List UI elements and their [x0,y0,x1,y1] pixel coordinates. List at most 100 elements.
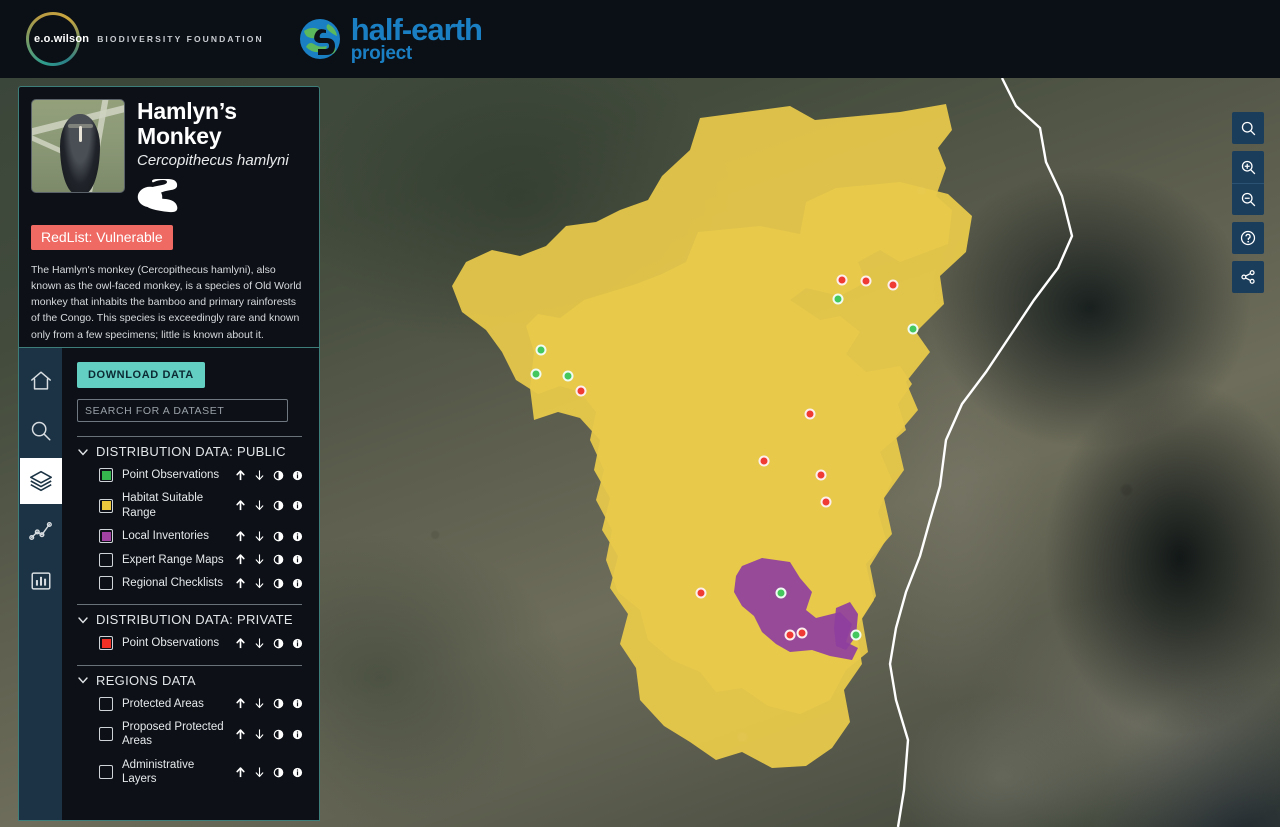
layer-groups: DISTRIBUTION DATA: PUBLIC Point Observati… [77,436,303,787]
map-marker-private-observation[interactable] [796,627,808,639]
layer-checkbox[interactable] [99,498,113,513]
info-icon[interactable] [292,697,303,710]
arrow-down-icon[interactable] [254,577,265,590]
layer-group-title: DISTRIBUTION DATA: PRIVATE [96,612,293,628]
map-search-button[interactable] [1232,112,1264,144]
snake-icon [137,175,183,213]
dataset-search-input[interactable] [77,399,288,422]
map-marker-private-observation[interactable] [758,455,770,467]
map-zoom-in-button[interactable] [1232,151,1264,183]
half-earth-project-logo[interactable]: half-earth project [298,12,483,64]
layer-label: Local Inventories [122,530,209,543]
arrow-up-icon[interactable] [235,697,246,710]
divider [77,664,302,666]
layer-checkbox[interactable] [99,468,113,483]
opacity-icon[interactable] [273,553,284,566]
info-icon[interactable] [292,637,303,650]
map-marker-private-observation[interactable] [836,274,848,286]
arrow-up-icon[interactable] [235,530,246,543]
opacity-icon[interactable] [273,728,284,741]
map-marker-private-observation[interactable] [860,275,872,287]
arrow-up-icon[interactable] [235,553,246,566]
layer-checkbox[interactable] [99,576,113,591]
project-subtitle: project [350,42,413,64]
layer-checkbox[interactable] [99,696,113,711]
map-marker-private-observation[interactable] [695,587,707,599]
info-icon[interactable] [292,469,303,482]
info-icon[interactable] [292,766,303,779]
layer-checkbox[interactable] [99,552,113,567]
map-marker-public-observation[interactable] [535,344,547,356]
map-marker-public-observation[interactable] [832,293,844,305]
zoom-in-icon [1241,160,1255,174]
map-zoom-out-button[interactable] [1232,183,1264,215]
map-share-button[interactable] [1232,261,1264,293]
arrow-up-icon[interactable] [235,577,246,590]
layer-actions [231,728,303,741]
info-icon[interactable] [292,577,303,590]
layer-actions [231,766,303,779]
map-marker-private-observation[interactable] [575,385,587,397]
layer-checkbox[interactable] [99,636,113,651]
layer-group-header[interactable]: DISTRIBUTION DATA: PRIVATE [77,612,303,627]
layer-checkbox[interactable] [99,727,113,742]
map-help-button[interactable] [1232,222,1264,254]
layer-checkbox[interactable] [99,765,113,780]
arrow-up-icon[interactable] [235,766,246,779]
sidebar-item-trends[interactable] [20,508,62,554]
layer-color-swatch [101,531,111,541]
arrow-down-icon[interactable] [254,766,265,779]
arrow-up-icon[interactable] [235,637,246,650]
arrow-down-icon[interactable] [254,499,265,512]
arrow-down-icon[interactable] [254,637,265,650]
chevron-down-icon [78,617,88,624]
layer-color-swatch [101,470,111,480]
arrow-up-icon[interactable] [235,728,246,741]
opacity-icon[interactable] [273,697,284,710]
eo-wilson-foundation-logo[interactable]: e.o.wilson BIODIVERSITY FOUNDATION [26,11,264,67]
layer-group-header[interactable]: DISTRIBUTION DATA: PUBLIC [77,444,303,459]
opacity-icon[interactable] [273,577,284,590]
layer-label: Habitat Suitable Range [122,492,204,519]
map-marker-public-observation[interactable] [775,587,787,599]
layer-label: Administrative Layers [122,758,195,786]
sidebar-item-home[interactable] [20,358,62,404]
opacity-icon[interactable] [273,766,284,779]
map-marker-private-observation[interactable] [820,496,832,508]
download-data-button[interactable]: DOWNLOAD DATA [77,362,205,388]
project-title: half-earth [350,12,483,48]
info-icon[interactable] [292,499,303,512]
layer-color-swatch [101,501,111,511]
map-marker-private-observation[interactable] [784,629,796,641]
layer-checkbox[interactable] [99,529,113,544]
sidebar-item-search[interactable] [20,408,62,454]
arrow-down-icon[interactable] [254,553,265,566]
arrow-up-icon[interactable] [235,499,246,512]
sidebar-item-layers[interactable] [19,458,62,504]
arrow-up-icon[interactable] [235,469,246,482]
arrow-down-icon[interactable] [254,530,265,543]
opacity-icon[interactable] [273,637,284,650]
opacity-icon[interactable] [273,469,284,482]
opacity-icon[interactable] [273,499,284,512]
map-marker-public-observation[interactable] [907,323,919,335]
species-common-name: Hamlyn’s Monkey [137,98,237,150]
map-marker-private-observation[interactable] [804,408,816,420]
info-icon[interactable] [292,728,303,741]
map-help-group [1232,222,1264,254]
info-icon[interactable] [292,553,303,566]
arrow-down-icon[interactable] [254,697,265,710]
species-card-header: Hamlyn’s Monkey Cercopithecus hamlyni [31,98,307,213]
map-marker-private-observation[interactable] [887,279,899,291]
map-marker-public-observation[interactable] [850,629,862,641]
map-marker-public-observation[interactable] [562,370,574,382]
map-marker-private-observation[interactable] [815,469,827,481]
sidebar-item-charts[interactable] [20,558,62,604]
layer-group-header[interactable]: REGIONS DATA [77,673,303,688]
map-search-group [1232,112,1264,144]
map-marker-public-observation[interactable] [530,368,542,380]
arrow-down-icon[interactable] [254,728,265,741]
arrow-down-icon[interactable] [254,469,265,482]
info-icon[interactable] [292,530,303,543]
opacity-icon[interactable] [273,530,284,543]
